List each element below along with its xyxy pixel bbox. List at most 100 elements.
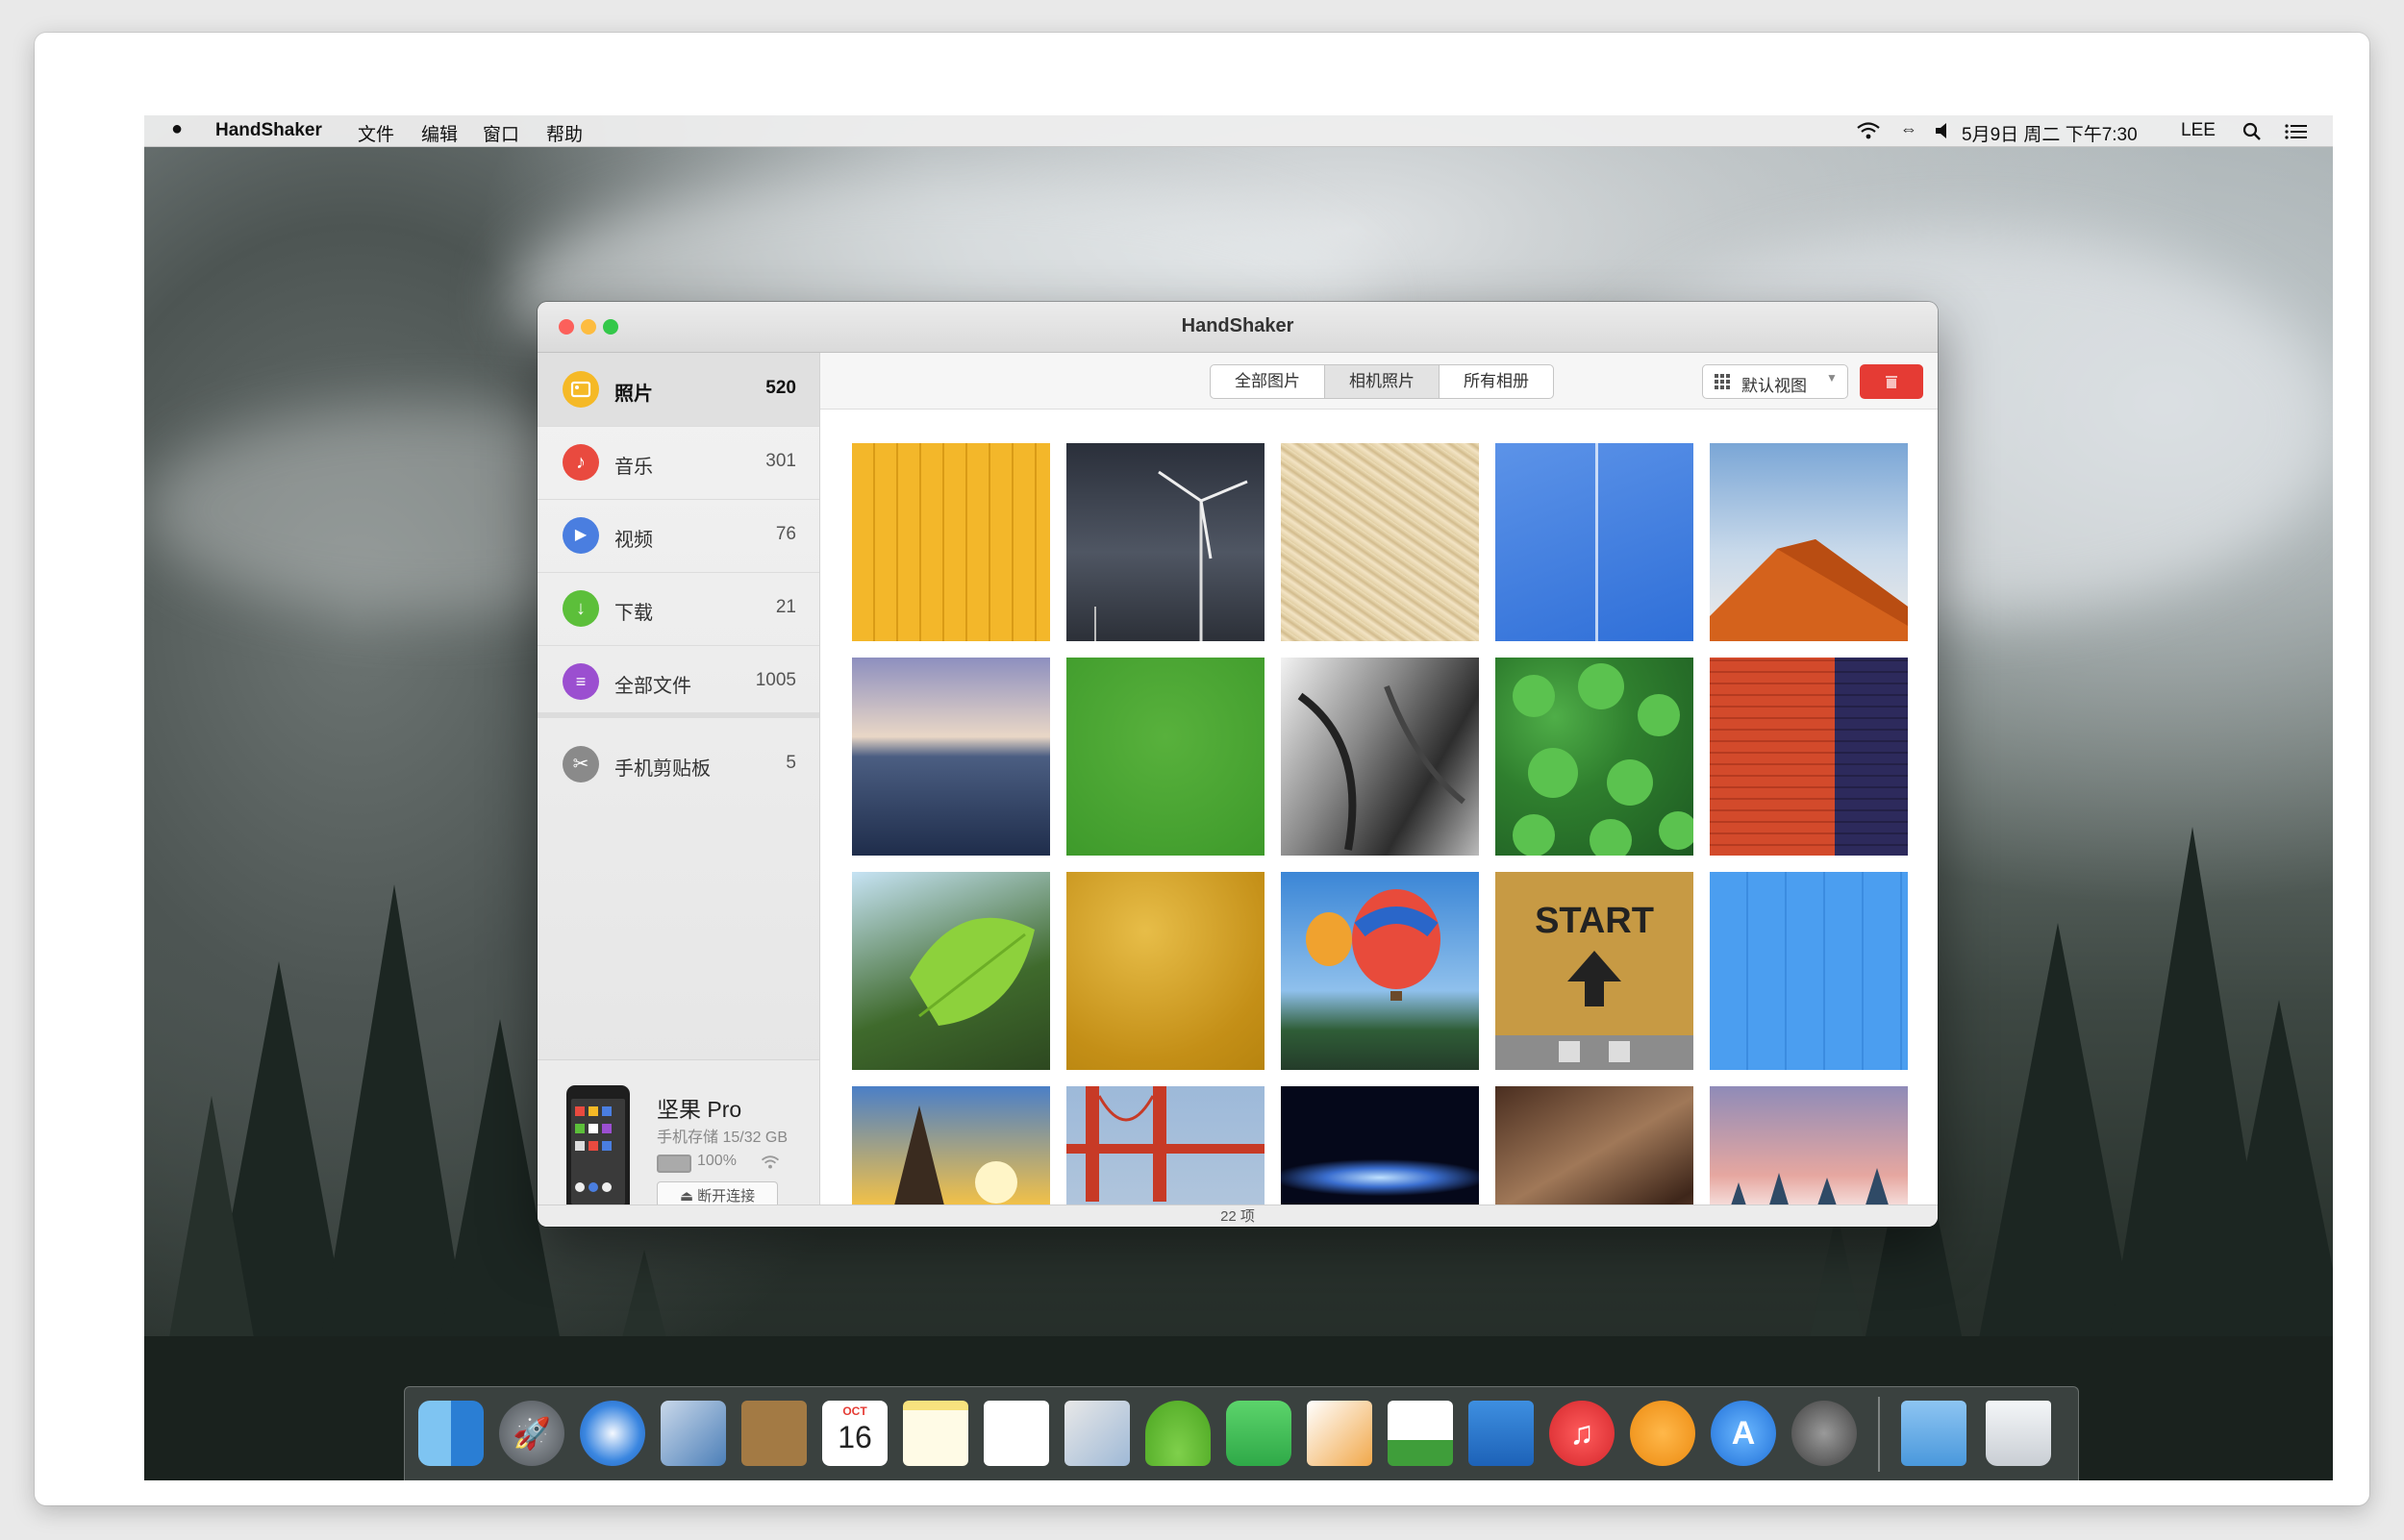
sidebar-item-label: 音乐 (614, 457, 653, 478)
sidebar-item-photos[interactable]: 照片 520 (538, 353, 819, 427)
sidebar-item-count: 301 (765, 451, 796, 471)
ibooks-icon[interactable] (1630, 1401, 1695, 1466)
photo-tile[interactable] (1281, 443, 1479, 641)
sidebar-item-downloads[interactable]: ↓ 下载 21 (538, 572, 819, 646)
tab-camera-photos[interactable]: 相机照片 (1325, 365, 1440, 398)
grid-icon (1715, 374, 1730, 389)
downloads-folder-icon[interactable] (1901, 1401, 1966, 1466)
trash-icon[interactable] (1986, 1401, 2051, 1466)
dock-separator (1878, 1397, 1880, 1472)
photo-tile[interactable] (852, 1086, 1050, 1205)
photo-tile[interactable] (1710, 443, 1908, 641)
sidebar-item-clipboard[interactable]: ✂ 手机剪贴板 5 (538, 728, 819, 801)
apple-icon[interactable]: ● (171, 118, 183, 140)
contacts-icon[interactable] (741, 1401, 807, 1466)
photo-tile[interactable] (1066, 443, 1265, 641)
photo-tile[interactable] (852, 443, 1050, 641)
title-bar[interactable]: HandShaker (538, 302, 1938, 353)
pages-icon[interactable] (1307, 1401, 1372, 1466)
spotlight-search-icon[interactable] (2242, 122, 2262, 141)
photo-tile[interactable] (1281, 1086, 1479, 1205)
device-name: 坚果 Pro (657, 1097, 742, 1122)
sync-icon[interactable]: ⇔ (1900, 119, 1917, 139)
chevron-down-icon: ▼ (1826, 371, 1838, 385)
download-icon: ↓ (563, 590, 599, 627)
menu-edit[interactable]: 编辑 (421, 120, 458, 146)
photo-tile[interactable] (1710, 1086, 1908, 1205)
preview-icon[interactable] (1064, 1401, 1130, 1466)
sidebar-item-count: 520 (765, 378, 796, 398)
wifi-icon[interactable] (1856, 121, 1881, 140)
menu-bar: ● HandShaker 文件 编辑 窗口 帮助 ⇔ 5月9日 周二 下午7:3… (144, 115, 2333, 147)
volume-icon[interactable] (1935, 122, 1952, 139)
notification-center-icon[interactable] (2285, 123, 2308, 140)
sidebar-item-count: 1005 (755, 670, 796, 690)
launchpad-icon[interactable]: 🚀 (499, 1401, 564, 1466)
sidebar-item-video[interactable]: ▶ 视频 76 (538, 499, 819, 573)
screenshot-frame: ● HandShaker 文件 编辑 窗口 帮助 ⇔ 5月9日 周二 下午7:3… (35, 33, 2369, 1505)
finder-icon[interactable] (418, 1401, 484, 1466)
menu-file[interactable]: 文件 (358, 120, 394, 146)
photo-tile[interactable] (1710, 872, 1908, 1070)
calendar-month: OCT (842, 1404, 867, 1418)
up-arrow-icon (1495, 951, 1693, 1070)
files-icon: ≡ (563, 663, 599, 700)
photo-tile[interactable] (1495, 658, 1693, 856)
facetime-icon[interactable] (1226, 1401, 1291, 1466)
sidebar-item-all-files[interactable]: ≡ 全部文件 1005 (538, 645, 819, 718)
photo-tile[interactable] (1281, 872, 1479, 1070)
numbers-icon[interactable] (1388, 1401, 1453, 1466)
app-store-icon[interactable]: A (1711, 1401, 1776, 1466)
photo-tile[interactable] (1281, 658, 1479, 856)
toolbar: 全部图片 相机照片 所有相册 默认视图 ▼ (820, 353, 1938, 410)
sidebar-item-music[interactable]: ♪ 音乐 301 (538, 426, 819, 500)
system-preferences-icon[interactable] (1791, 1401, 1857, 1466)
photo-tile[interactable] (852, 872, 1050, 1070)
tab-all-photos[interactable]: 全部图片 (1211, 365, 1325, 398)
sidebar-item-count: 76 (775, 524, 796, 544)
reminders-icon[interactable] (984, 1401, 1049, 1466)
photo-tile[interactable] (1495, 1086, 1693, 1205)
device-storage: 手机存储 15/32 GB (657, 1130, 789, 1146)
handshaker-window: HandShaker 照片 520 ♪ 音乐 301 ▶ 视频 76 ↓ 下载 … (538, 302, 1938, 1227)
sidebar-item-count: 5 (786, 753, 796, 773)
battery-icon (657, 1155, 691, 1173)
mail-icon[interactable] (661, 1401, 726, 1466)
sidebar-item-count: 21 (775, 597, 796, 617)
photo-tile[interactable] (1066, 658, 1265, 856)
device-wifi-icon (761, 1155, 780, 1169)
sidebar-item-label: 照片 (614, 384, 653, 405)
tab-all-albums[interactable]: 所有相册 (1440, 365, 1553, 398)
menu-window[interactable]: 窗口 (483, 120, 519, 146)
menu-datetime[interactable]: 5月9日 周二 下午7:30 (1962, 120, 2138, 146)
photo-filter-segmented-control: 全部图片 相机照片 所有相册 (1210, 364, 1554, 399)
status-bar: 22 项 (538, 1205, 1938, 1227)
battery-level: 100% (697, 1153, 737, 1169)
calendar-icon[interactable]: OCT 16 (822, 1401, 888, 1466)
photo-tile[interactable] (1066, 1086, 1265, 1205)
photo-tile[interactable]: START (1495, 872, 1693, 1070)
photo-tile[interactable] (1495, 443, 1693, 641)
clipboard-icon: ✂ (563, 746, 599, 782)
photo-tile[interactable] (852, 658, 1050, 856)
sidebar: 照片 520 ♪ 音乐 301 ▶ 视频 76 ↓ 下载 21 ≡ 全部文件 1… (538, 353, 820, 1220)
photo-icon (563, 371, 599, 408)
safari-icon[interactable] (580, 1401, 645, 1466)
keynote-icon[interactable] (1468, 1401, 1534, 1466)
delete-button[interactable] (1860, 364, 1923, 399)
notes-icon[interactable] (903, 1401, 968, 1466)
menu-app-name[interactable]: HandShaker (215, 120, 322, 141)
photo-tile[interactable] (1066, 872, 1265, 1070)
video-icon: ▶ (563, 517, 599, 554)
phone-image (566, 1085, 630, 1220)
photo-tile[interactable] (1710, 658, 1908, 856)
menu-help[interactable]: 帮助 (546, 120, 583, 146)
sidebar-item-label: 下载 (614, 603, 653, 624)
calendar-day: 16 (838, 1420, 872, 1454)
sidebar-item-label: 手机剪贴板 (614, 758, 711, 780)
android-icon[interactable] (1145, 1401, 1211, 1466)
menu-user[interactable]: LEE (2181, 120, 2216, 141)
sidebar-item-label: 全部文件 (614, 676, 691, 697)
itunes-icon[interactable]: ♫ (1549, 1401, 1615, 1466)
view-mode-select[interactable]: 默认视图 ▼ (1702, 364, 1848, 399)
